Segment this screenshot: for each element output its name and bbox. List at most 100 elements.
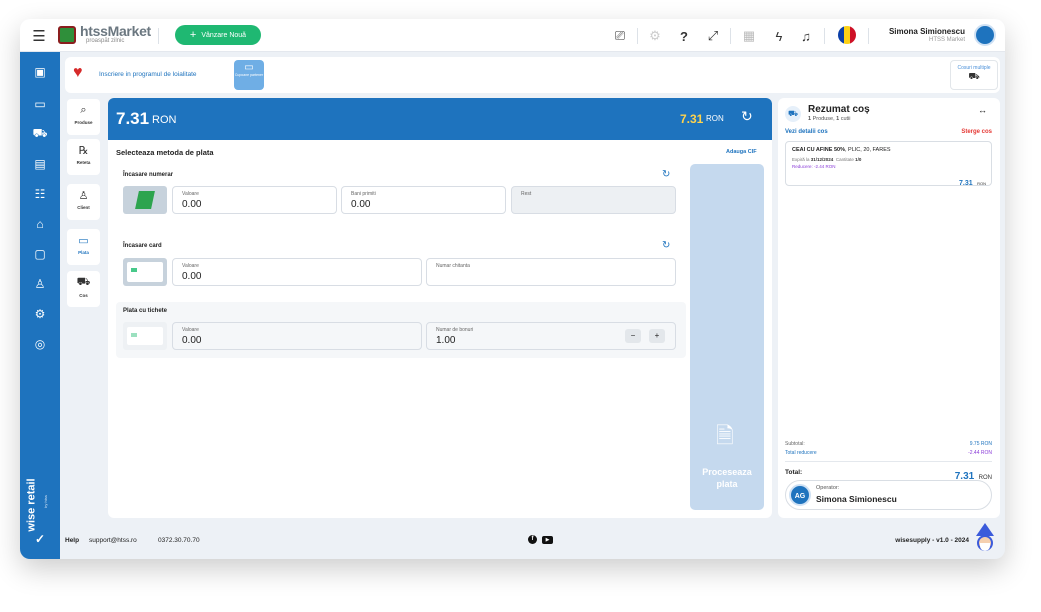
process-label: Proceseaza plata <box>702 467 752 489</box>
facebook-icon[interactable]: f <box>528 535 537 544</box>
process-payment-button[interactable]: 🗎 Proceseaza plata <box>690 164 764 510</box>
refresh-icon[interactable]: ↻ <box>741 108 753 125</box>
cash-image <box>123 186 167 214</box>
payment-panel: 7.31 RON 7.31 RON ↻ Selecteaza metoda de… <box>108 98 772 518</box>
footer: Help support@htss.ro 0372.30.70.70 f ▶ w… <box>60 523 1005 559</box>
user-avatar[interactable] <box>974 24 996 46</box>
cash-received-field[interactable]: Bani primiti 0.00 <box>341 186 506 214</box>
card-image <box>123 258 167 286</box>
logo-tagline: proaspăt zilnic <box>86 38 125 44</box>
subtotal-value: 9.75 RON <box>969 441 992 447</box>
cast-icon[interactable]: ⎚ <box>611 27 629 45</box>
tab-label: Client <box>77 205 90 210</box>
settings-icon[interactable]: ⚙ <box>646 27 664 45</box>
card-refresh-icon[interactable]: ↻ <box>662 240 670 251</box>
tab-label: Cos <box>79 293 88 298</box>
sidebar-box-icon[interactable]: ▤ <box>31 155 49 173</box>
item-title: CEAI CU AFINE 50%, PLIC, 20, FARES <box>792 147 891 153</box>
card-receipt-field[interactable]: Numar chitanta <box>426 258 676 286</box>
amount-value: 7.31 <box>116 109 150 128</box>
operator-box[interactable]: AG Operator: Simona Simionescu <box>785 480 992 510</box>
loyalty-link[interactable]: Inscriere in programul de loialitate <box>99 71 197 78</box>
item-price-currency: RON <box>977 181 986 186</box>
voucher-count-field[interactable]: Numar de bonuri 1.00 − + <box>426 322 676 350</box>
support-phone[interactable]: 0372.30.70.70 <box>158 537 200 544</box>
tab-cos[interactable]: ⛟ Cos <box>67 271 100 307</box>
person-icon: ♙ <box>78 190 89 202</box>
increment-button[interactable]: + <box>649 329 665 343</box>
sidebar-folder-icon[interactable]: ▭ <box>31 95 49 113</box>
field-value: 0.00 <box>182 335 202 346</box>
item-price: 7.31 RON <box>959 172 986 190</box>
plus-icon: + <box>189 29 197 41</box>
card-value-field[interactable]: Valoare 0.00 <box>172 258 422 286</box>
operator-name: Simona Simionescu <box>816 494 897 504</box>
youtube-icon[interactable]: ▶ <box>542 536 553 544</box>
amount-right-value: 7.31 <box>680 112 704 126</box>
cash-change-field: Rest <box>511 186 676 214</box>
sidebar-clipboard-icon[interactable]: ▢ <box>31 245 49 263</box>
user-name: Simona Simionescu <box>888 27 965 36</box>
support-email[interactable]: support@htss.ro <box>89 537 137 544</box>
lightning-icon[interactable]: ϟ <box>770 27 788 45</box>
brand-name: wise retail <box>25 478 38 532</box>
sidebar-target-icon[interactable]: ◎ <box>31 335 49 353</box>
cart-summary: ⛟ Rezumat coș ↔ 1 Produse, 1 cutii Vezi … <box>778 98 1000 518</box>
hamburger-menu-icon[interactable]: ☰ <box>30 27 48 45</box>
expiry-date: 31/12/2024 <box>810 157 834 162</box>
delete-cart-link[interactable]: Sterge cos <box>961 129 992 135</box>
item-details: , PLIC, 20, FARES <box>844 147 891 153</box>
products-word: Produse, <box>812 116 835 122</box>
tab-plata[interactable]: ▭ Plata <box>67 229 100 265</box>
field-label: Valoare <box>182 263 199 269</box>
boxes-word: cutii <box>840 116 851 122</box>
wizard-mascot-icon <box>973 523 997 553</box>
brand-by: by htss <box>42 495 48 508</box>
discount-label: Total reducere <box>785 450 817 456</box>
help-link[interactable]: Help <box>65 537 79 544</box>
tab-client[interactable]: ♙ Client <box>67 184 100 220</box>
expand-icon[interactable]: ⤢ <box>704 27 722 45</box>
promo-bar: ♥ Inscriere in programul de loialitate ▭… <box>65 57 1000 93</box>
decrement-button[interactable]: − <box>625 329 641 343</box>
card-title: Încasare card <box>123 243 162 249</box>
field-value: 0.00 <box>182 271 202 282</box>
field-label: Bani primiti <box>351 191 376 197</box>
view-details-link[interactable]: Vezi detalii cos <box>785 129 828 135</box>
cart-icon: ⛟ <box>968 71 980 81</box>
new-sale-button[interactable]: + Vânzare Nouă <box>175 25 261 45</box>
voucher-title: Plata cu tichete <box>123 308 168 314</box>
item-name: CEAI CU AFINE 50% <box>792 147 845 153</box>
sidebar-settings-icon[interactable]: ⚙ <box>31 305 49 323</box>
tab-produse[interactable]: ⌕ Produse <box>67 99 100 135</box>
coupons-button[interactable]: ▭ Cupoane partener <box>234 60 264 90</box>
cash-value-field[interactable]: Valoare 0.00 <box>172 186 337 214</box>
logo-text: htssMarket <box>80 23 151 39</box>
cart-item[interactable]: CEAI CU AFINE 50%, PLIC, 20, FARES Expir… <box>785 141 992 187</box>
romania-flag-icon[interactable] <box>838 26 856 44</box>
sidebar-users-icon[interactable]: ☷ <box>31 185 49 203</box>
sidebar-register-icon[interactable]: ▣ <box>31 63 49 81</box>
cash-title: Încasare numerar <box>123 172 174 178</box>
help-icon[interactable]: ? <box>675 27 693 45</box>
add-cif-link[interactable]: Adauga CIF <box>726 149 757 155</box>
tab-label: Reteta <box>76 160 91 165</box>
swap-arrows-icon[interactable]: ↔ <box>978 105 987 115</box>
bell-icon[interactable]: ♫ <box>797 27 815 45</box>
voucher-value-field[interactable]: Valoare 0.00 <box>172 322 422 350</box>
section-title: Selecteaza metoda de plata <box>116 148 214 157</box>
operator-label: Operator: <box>816 485 840 491</box>
grid-icon[interactable]: ▦ <box>740 27 758 45</box>
sidebar-cart-icon[interactable]: ⛟ <box>31 125 49 143</box>
sidebar-person-icon[interactable]: ♙ <box>31 275 49 293</box>
cash-refresh-icon[interactable]: ↻ <box>662 169 670 180</box>
multiple-carts-button[interactable]: Cosuri multiple ⛟ <box>950 60 998 90</box>
logo[interactable]: htssMarket proaspăt zilnic <box>58 23 151 48</box>
app-window: ☰ htssMarket proaspăt zilnic + Vânzare N… <box>20 19 1005 559</box>
voucher-image <box>123 322 167 350</box>
receipt-dollar-icon: 🗎 <box>716 423 734 448</box>
sidebar-bank-icon[interactable]: ⌂ <box>31 215 49 233</box>
tab-reteta[interactable]: ℞ Reteta <box>67 139 100 175</box>
amount-header: 7.31 RON 7.31 RON ↻ <box>108 98 772 140</box>
user-store: HTSS Market <box>928 37 965 43</box>
